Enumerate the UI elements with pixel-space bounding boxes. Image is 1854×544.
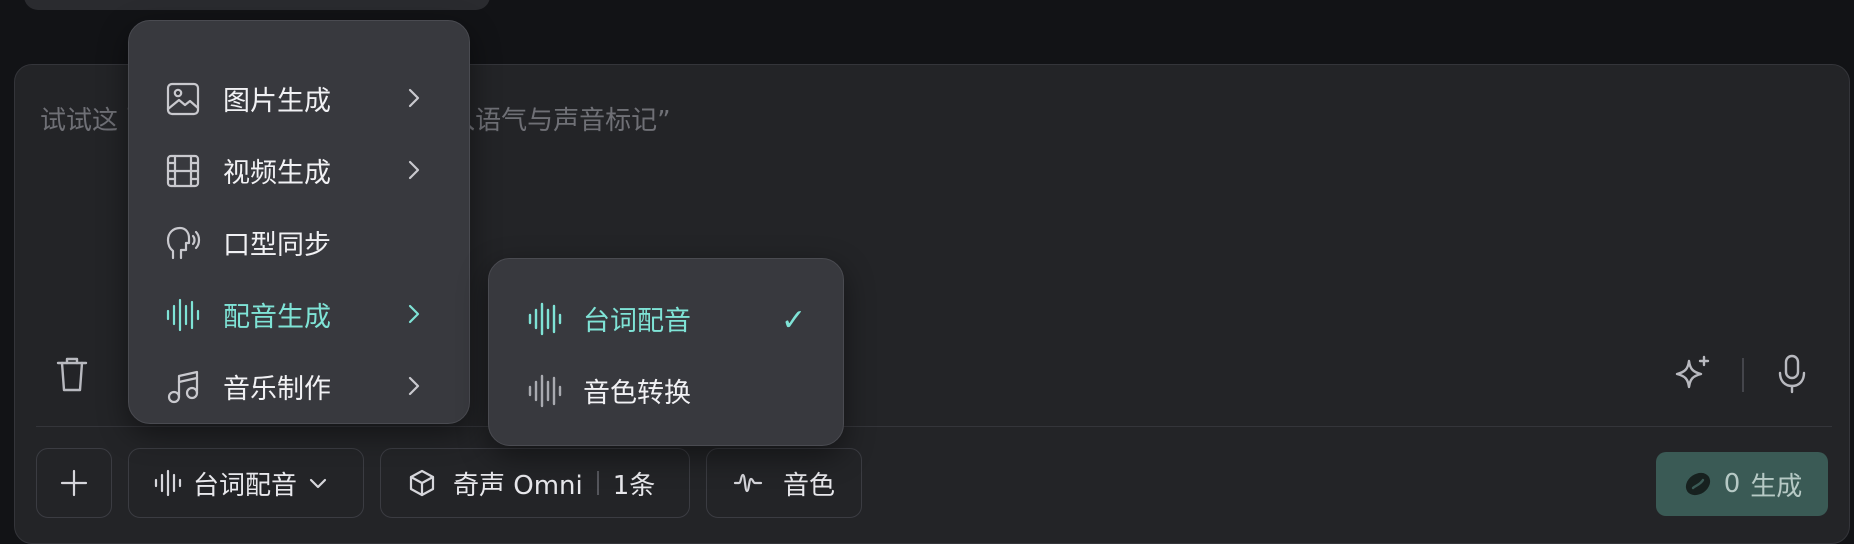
menu-item-music-production[interactable]: 音乐制作 — [129, 355, 469, 417]
chevron-right-icon — [401, 85, 427, 111]
menu-item-lip-sync[interactable]: 口型同步 — [129, 211, 469, 273]
menu-item-label: 视频生成 — [223, 157, 331, 189]
model-selector[interactable]: 奇声 Omni 1条 — [380, 448, 690, 518]
image-icon — [165, 81, 201, 117]
waveform-icon — [527, 302, 563, 336]
submenu-item-label: 音色转换 — [583, 377, 691, 409]
menu-item-label: 配音生成 — [223, 301, 331, 333]
generate-label: 生成 — [1750, 471, 1803, 502]
menu-item-dubbing-generation[interactable]: 配音生成 — [129, 283, 469, 345]
menu-item-video-generation[interactable]: 视频生成 — [129, 139, 469, 201]
generate-count: 0 — [1723, 469, 1741, 499]
waveform-icon — [165, 297, 201, 333]
chevron-down-icon — [309, 478, 327, 489]
chevron-right-icon — [401, 157, 427, 183]
output-count: 1条 — [612, 470, 656, 501]
waveform-icon — [154, 469, 182, 497]
dubbing-submenu: 台词配音 ✓ 音色转换 — [488, 258, 844, 446]
checkmark-icon: ✓ — [781, 303, 807, 338]
mode-label: 台词配音 — [193, 470, 298, 501]
add-button[interactable] — [36, 448, 112, 518]
cube-icon — [409, 469, 435, 497]
sound-wave-icon — [733, 473, 763, 493]
top-input-stub — [24, 0, 490, 10]
submenu-item-voice-conversion[interactable]: 音色转换 — [489, 359, 843, 421]
bean-icon — [1685, 472, 1710, 496]
composer-divider — [36, 426, 1832, 427]
film-icon — [165, 153, 201, 189]
waveform-icon — [527, 374, 563, 408]
microphone-icon[interactable] — [1774, 352, 1810, 396]
submenu-item-label: 台词配音 — [583, 305, 691, 337]
plus-icon — [60, 469, 88, 497]
trash-icon[interactable] — [52, 352, 92, 396]
head-sound-icon — [165, 225, 201, 261]
chevron-right-icon — [401, 373, 427, 399]
menu-item-image-generation[interactable]: 图片生成 — [129, 67, 469, 129]
chevron-right-icon — [401, 301, 427, 327]
music-note-icon — [165, 369, 201, 405]
toolbar-separator — [1742, 358, 1744, 392]
voice-button[interactable]: 音色 — [706, 448, 862, 518]
mode-dropdown[interactable]: 台词配音 — [128, 448, 364, 518]
menu-item-label: 口型同步 — [223, 229, 331, 261]
sparkle-icon[interactable] — [1672, 352, 1714, 394]
model-count-separator — [596, 471, 599, 495]
menu-item-label: 音乐制作 — [223, 373, 331, 405]
generate-button[interactable]: 0 生成 — [1656, 452, 1828, 516]
voice-label: 音色 — [783, 470, 836, 501]
menu-item-label: 图片生成 — [223, 85, 331, 117]
submenu-item-line-dubbing[interactable]: 台词配音 ✓ — [489, 287, 843, 349]
model-name: 奇声 Omni — [453, 470, 583, 501]
feature-menu: 图片生成 视频生成 口型同步 配音生成 音乐制作 — [128, 20, 470, 424]
